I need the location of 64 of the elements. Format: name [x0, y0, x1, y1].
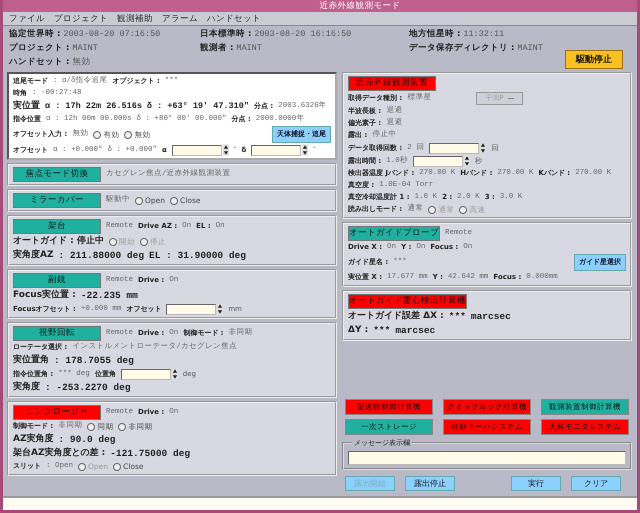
- info-value: MAINT: [517, 43, 543, 53]
- section-title[interactable]: 焦点モード切換: [13, 167, 101, 182]
- spinner-icon[interactable]: [302, 144, 308, 156]
- field-label: オートガイド誤差 ΔX :: [348, 310, 444, 323]
- input-field[interactable]: [251, 144, 302, 156]
- stop-drive-button[interactable]: 駆動停止: [565, 50, 623, 69]
- field-label: 架台AZ実角度との差 :: [13, 447, 106, 460]
- field-value: marcsec: [395, 324, 436, 337]
- menu-item[interactable]: ファイル: [9, 12, 45, 24]
- info-value: 11:32:11: [463, 29, 504, 39]
- field-label: ΔY :: [348, 324, 368, 337]
- field-label: 実位置: [13, 100, 40, 113]
- info-value: MAINT: [72, 43, 98, 53]
- section-title[interactable]: 視野回転: [13, 326, 101, 341]
- info-value: MAINT: [236, 43, 262, 53]
- info-label: 観測者 :: [200, 43, 234, 53]
- section-title[interactable]: オートガイドプローブ: [348, 226, 440, 241]
- field-value: -22.235 mm: [80, 289, 138, 302]
- field-value: : 178.7055 deg: [54, 354, 134, 367]
- field-label: Focus実位置 :: [13, 289, 76, 302]
- menu-item[interactable]: アラーム: [162, 12, 198, 24]
- info-label: データ保存ディレクトリ :: [409, 43, 514, 53]
- input-field[interactable]: [429, 142, 480, 154]
- field-value: ***: [373, 324, 390, 337]
- window-title: 近赤外線観測モード: [320, 0, 400, 12]
- action-button[interactable]: 実行: [511, 476, 561, 491]
- section-title[interactable]: 副鏡: [13, 273, 101, 288]
- info-value: 2003-08-20 16:16:50: [254, 29, 352, 39]
- section-title[interactable]: エンクロージャ: [13, 405, 101, 420]
- field-label: オートガイド : 停止中: [13, 235, 104, 248]
- input-field[interactable]: [412, 156, 463, 166]
- section-title[interactable]: ミラーカバー: [13, 193, 101, 208]
- field-value: α : 17h 22m 26.516s: [45, 100, 142, 113]
- info-label: 協定世界時 :: [9, 29, 60, 39]
- menu-item[interactable]: ハンドセット: [207, 12, 261, 24]
- input-field[interactable]: [172, 144, 222, 156]
- section-title[interactable]: 近赤外線観測装置: [348, 76, 436, 91]
- menu-item[interactable]: プロジェクト: [54, 12, 108, 24]
- info-value: 2003-08-20 07:16:50: [63, 29, 160, 39]
- field-value: : 90.0 deg: [58, 433, 116, 446]
- info-label: ハンドセット :: [9, 57, 70, 67]
- section-title[interactable]: 架台: [13, 219, 101, 234]
- input-field[interactable]: [166, 304, 216, 314]
- info-value: 無効: [72, 57, 90, 67]
- field-value: -121.75000 deg: [110, 447, 190, 460]
- field-label: AZ実角度: [13, 433, 54, 446]
- field-value: EL : 31.90000 deg: [149, 249, 246, 262]
- info-label: プロジェクト :: [9, 43, 70, 53]
- section-title[interactable]: オートガイド重心検出計算機: [348, 294, 467, 309]
- action-button[interactable]: クリア: [571, 476, 621, 491]
- info-label: 日本標準時 :: [200, 29, 252, 39]
- field-value: marcsec: [470, 310, 511, 323]
- field-label: 実位置角: [13, 354, 49, 367]
- spinner-icon[interactable]: [222, 144, 229, 156]
- field-label: 実角度AZ: [13, 249, 54, 262]
- field-value: : 211.88000 deg: [58, 249, 144, 262]
- field-label: 実角度: [13, 381, 40, 394]
- field-value: : -253.2270 deg: [45, 381, 131, 394]
- menu-item[interactable]: 観測補助: [117, 12, 153, 24]
- field-value: ***: [448, 310, 466, 323]
- field-value: δ : +63° 19′ 47.310″: [146, 100, 249, 113]
- info-label: 地方恒星時 :: [409, 29, 460, 39]
- input-field[interactable]: [120, 368, 171, 380]
- action-button[interactable]: 露出停止: [405, 476, 455, 491]
